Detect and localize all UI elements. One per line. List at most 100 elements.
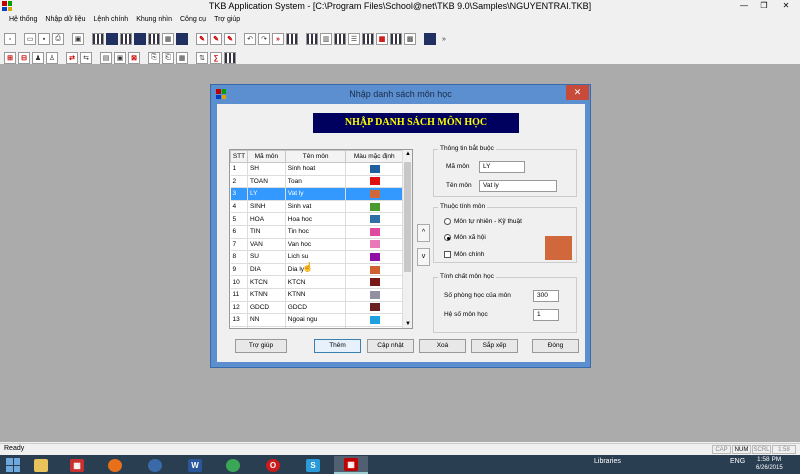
tray-date[interactable]: 6/26/2015 bbox=[756, 465, 783, 471]
close-button[interactable]: Đóng bbox=[532, 339, 579, 353]
cell-color[interactable] bbox=[345, 238, 403, 252]
copy-icon[interactable]: ⎘ bbox=[148, 52, 160, 64]
preview-icon[interactable]: ▣ bbox=[72, 33, 84, 45]
libraries-label[interactable]: Libraries bbox=[594, 458, 621, 465]
social-science-radio[interactable] bbox=[444, 234, 451, 241]
report-icon[interactable] bbox=[306, 33, 318, 45]
opera-taskbar-icon[interactable]: O bbox=[256, 456, 290, 474]
table-row[interactable]: 1 SH Sinh hoat bbox=[230, 162, 403, 176]
menu-khung-nhin[interactable]: Khung nhìn bbox=[136, 14, 172, 26]
minimize-icon[interactable]: — bbox=[734, 0, 754, 12]
scroll-up-icon[interactable]: ▲ bbox=[403, 151, 412, 157]
room-view-icon[interactable] bbox=[134, 33, 146, 45]
restore-icon[interactable]: ❐ bbox=[754, 0, 774, 12]
scroll-thumb[interactable] bbox=[404, 162, 411, 272]
cell-color[interactable] bbox=[345, 162, 403, 176]
code-input[interactable]: LY bbox=[479, 161, 525, 173]
cell-color[interactable] bbox=[345, 313, 403, 327]
move-lesson-icon[interactable]: ⇄ bbox=[66, 52, 78, 64]
merge-class-icon[interactable]: ⊟ bbox=[18, 52, 30, 64]
menu-nhap-du-lieu[interactable]: Nhập dữ liệu bbox=[45, 14, 85, 26]
close-icon[interactable]: ✕ bbox=[776, 0, 796, 12]
table-row[interactable]: 5 HOA Hoa hoc bbox=[230, 212, 403, 226]
add-button[interactable]: Thêm bbox=[314, 339, 361, 353]
lock-icon[interactable]: ▣ bbox=[114, 52, 126, 64]
col-header-mau[interactable]: Màu mặc định bbox=[345, 150, 403, 163]
col-header-ten-mon[interactable]: Tên môn bbox=[284, 150, 347, 163]
delete-button[interactable]: Xoá bbox=[419, 339, 466, 353]
table-row[interactable]: 4 SINH Sinh vat bbox=[230, 200, 403, 214]
open-icon[interactable]: ▭ bbox=[24, 33, 36, 45]
check-icon[interactable]: ▩ bbox=[404, 33, 416, 45]
move-down-button[interactable]: v bbox=[417, 248, 430, 266]
move-up-button[interactable]: ^ bbox=[417, 224, 430, 242]
natural-science-radio[interactable] bbox=[444, 218, 451, 225]
explorer-taskbar-icon[interactable] bbox=[24, 456, 58, 474]
s-app-taskbar-icon[interactable]: S bbox=[296, 456, 330, 474]
menu-lenh-chinh[interactable]: Lệnh chính bbox=[94, 14, 129, 26]
table-row[interactable]: 8 SU Lich su bbox=[230, 250, 403, 264]
table-row[interactable]: 3 LY Vat ly bbox=[230, 187, 403, 201]
school-app-taskbar-icon[interactable]: ▦ bbox=[60, 456, 94, 474]
note-icon[interactable]: ▤ bbox=[100, 52, 112, 64]
table-row[interactable]: 2 TOAN Toan bbox=[230, 175, 403, 189]
cell-color[interactable] bbox=[345, 288, 403, 302]
paste-icon[interactable]: ⎗ bbox=[162, 52, 174, 64]
word-taskbar-icon[interactable]: W bbox=[178, 456, 212, 474]
coefficient-input[interactable]: 1 bbox=[533, 309, 559, 321]
name-input[interactable]: Vat ly bbox=[479, 180, 557, 192]
cell-color[interactable] bbox=[345, 200, 403, 214]
edit-assign-icon[interactable]: ✎ bbox=[224, 33, 236, 45]
cell-color[interactable] bbox=[345, 187, 403, 201]
tray-time[interactable]: 1:58 PM bbox=[757, 456, 781, 463]
redo-icon[interactable]: ↷ bbox=[258, 33, 270, 45]
format-icon[interactable]: ▦ bbox=[176, 52, 188, 64]
matrix-icon[interactable] bbox=[362, 33, 374, 45]
cell-color[interactable] bbox=[345, 326, 403, 328]
table-row[interactable]: 14NHACNhac bbox=[230, 326, 403, 328]
teacher-add-icon[interactable]: ♟ bbox=[32, 52, 44, 64]
split-class-icon[interactable]: ⊞ bbox=[4, 52, 16, 64]
col-header-ma-mon[interactable]: Mã môn bbox=[246, 150, 286, 163]
language-indicator[interactable]: ENG bbox=[730, 458, 745, 465]
clear-icon[interactable]: ⊠ bbox=[128, 52, 140, 64]
cell-color[interactable] bbox=[345, 301, 403, 315]
menu-he-thong[interactable]: Hệ thống bbox=[9, 14, 37, 26]
new-file-icon[interactable]: ▫ bbox=[4, 33, 16, 45]
main-subject-checkbox[interactable] bbox=[444, 251, 451, 258]
help-button[interactable]: Trợ giúp bbox=[235, 339, 287, 353]
subject-color-picker[interactable] bbox=[545, 236, 572, 260]
run-icon[interactable]: » bbox=[272, 33, 284, 45]
table-row[interactable]: 11 KTNN KTNN bbox=[230, 288, 403, 302]
grid-scrollbar[interactable]: ▲ ▼ bbox=[402, 150, 412, 328]
table-row[interactable]: 7 VAN Van hoc bbox=[230, 238, 403, 252]
menu-tro-giup[interactable]: Trợ giúp bbox=[214, 14, 240, 26]
table-row[interactable]: 10 KTCN KTCN bbox=[230, 275, 403, 289]
toolbar-more-icon[interactable]: » bbox=[438, 33, 450, 45]
undo-icon[interactable]: ↶ bbox=[244, 33, 256, 45]
table-row[interactable]: 6 TIN Tin hoc bbox=[230, 225, 403, 239]
sort-button[interactable]: Sắp xếp bbox=[471, 339, 518, 353]
scroll-down-icon[interactable]: ▼ bbox=[403, 321, 412, 327]
dialog-close-icon[interactable]: ✕ bbox=[566, 85, 589, 100]
week-view-icon[interactable] bbox=[176, 33, 188, 45]
cell-color[interactable] bbox=[345, 225, 403, 239]
list-icon[interactable]: ☰ bbox=[348, 33, 360, 45]
auto-assign-icon[interactable]: ✎ bbox=[210, 33, 222, 45]
teacher-view-icon[interactable] bbox=[120, 33, 132, 45]
start-button-icon[interactable] bbox=[6, 458, 20, 472]
cell-color[interactable] bbox=[345, 275, 403, 289]
chrome-taskbar-icon[interactable] bbox=[216, 456, 250, 474]
export-icon[interactable] bbox=[224, 52, 236, 64]
table-row[interactable]: 13 NN Ngoai ngu bbox=[230, 313, 403, 327]
col-header-stt[interactable]: STT bbox=[230, 150, 248, 163]
cell-color[interactable] bbox=[345, 175, 403, 189]
save-icon[interactable]: ▪ bbox=[38, 33, 50, 45]
assign-icon[interactable]: ✎ bbox=[196, 33, 208, 45]
subject-view-icon[interactable] bbox=[148, 33, 160, 45]
tkb-taskbar-icon[interactable]: ▦ bbox=[334, 456, 368, 474]
window-icon[interactable] bbox=[424, 33, 436, 45]
cell-color[interactable] bbox=[345, 250, 403, 264]
network-taskbar-icon[interactable] bbox=[138, 456, 172, 474]
table-icon[interactable] bbox=[334, 33, 346, 45]
